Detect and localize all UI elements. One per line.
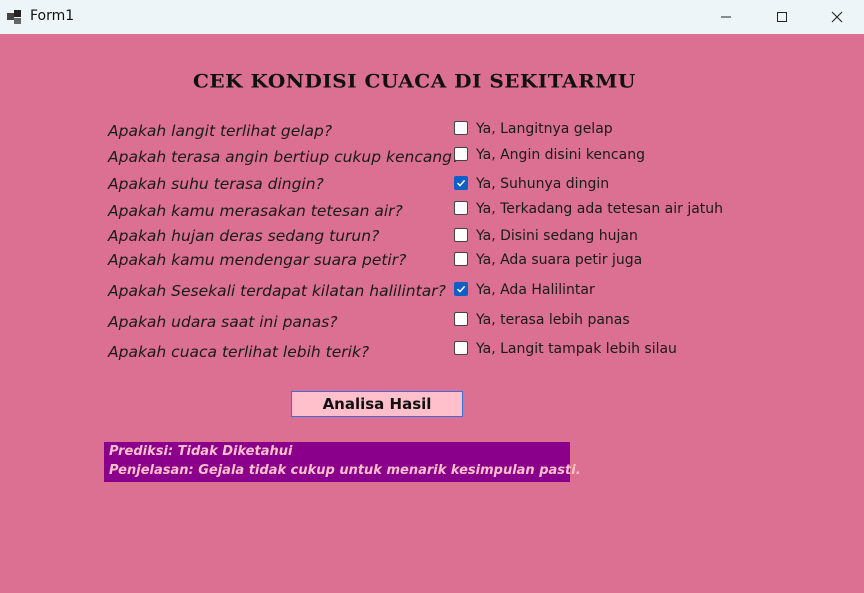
checkbox[interactable]: [454, 228, 468, 242]
question-label: Apakah langit terlihat gelap?: [108, 122, 333, 140]
app-icon: [6, 9, 22, 25]
checkbox-label[interactable]: Ya, Langit tampak lebih silau: [476, 341, 677, 357]
checkbox-checked[interactable]: [454, 282, 468, 296]
checkbox[interactable]: [454, 121, 468, 135]
title-bar: Form1: [0, 0, 864, 34]
checkbox[interactable]: [454, 147, 468, 161]
question-label: Apakah kamu merasakan tetesan air?: [108, 202, 403, 220]
window-title: Form1: [30, 8, 75, 24]
checkbox[interactable]: [454, 341, 468, 355]
checkbox-label[interactable]: Ya, Terkadang ada tetesan air jatuh: [476, 201, 723, 217]
checkbox[interactable]: [454, 312, 468, 326]
checkmark-icon: [456, 179, 466, 187]
checkbox-label[interactable]: Ya, Ada suara petir juga: [476, 252, 642, 268]
question-label: Apakah hujan deras sedang turun?: [108, 227, 380, 245]
checkbox-label[interactable]: Ya, Angin disini kencang: [476, 147, 645, 163]
form-client-area: CEK KONDISI CUACA DI SEKITARMU Apakah la…: [0, 34, 864, 593]
page-title: CEK KONDISI CUACA DI SEKITARMU: [193, 69, 636, 93]
question-label: Apakah terasa angin bertiup cukup kencan…: [108, 148, 461, 166]
minimize-icon: [721, 16, 731, 18]
maximize-icon: [777, 12, 787, 22]
minimize-button[interactable]: [698, 0, 754, 34]
checkbox-checked[interactable]: [454, 176, 468, 190]
checkmark-icon: [456, 285, 466, 293]
checkbox[interactable]: [454, 201, 468, 215]
question-label: Apakah Sesekali terdapat kilatan halilin…: [108, 282, 446, 300]
checkbox-label[interactable]: Ya, terasa lebih panas: [476, 312, 630, 328]
checkbox-label[interactable]: Ya, Disini sedang hujan: [476, 228, 638, 244]
checkbox-label[interactable]: Ya, Ada Halilintar: [476, 282, 595, 298]
explanation-text: Penjelasan: Gejala tidak cukup untuk men…: [109, 463, 581, 478]
maximize-button[interactable]: [754, 0, 810, 34]
question-label: Apakah udara saat ini panas?: [108, 313, 338, 331]
prediction-text: Prediksi: Tidak Diketahui: [109, 444, 293, 459]
question-label: Apakah kamu mendengar suara petir?: [108, 251, 407, 269]
checkbox-label[interactable]: Ya, Suhunya dingin: [476, 176, 609, 192]
close-icon: [831, 11, 843, 23]
analyze-button[interactable]: Analisa Hasil: [291, 391, 463, 417]
close-button[interactable]: [810, 0, 864, 34]
question-label: Apakah cuaca terlihat lebih terik?: [108, 343, 370, 361]
result-panel: Prediksi: Tidak Diketahui Penjelasan: Ge…: [104, 442, 581, 482]
question-label: Apakah suhu terasa dingin?: [108, 175, 324, 193]
checkbox[interactable]: [454, 252, 468, 266]
checkbox-label[interactable]: Ya, Langitnya gelap: [476, 121, 613, 137]
